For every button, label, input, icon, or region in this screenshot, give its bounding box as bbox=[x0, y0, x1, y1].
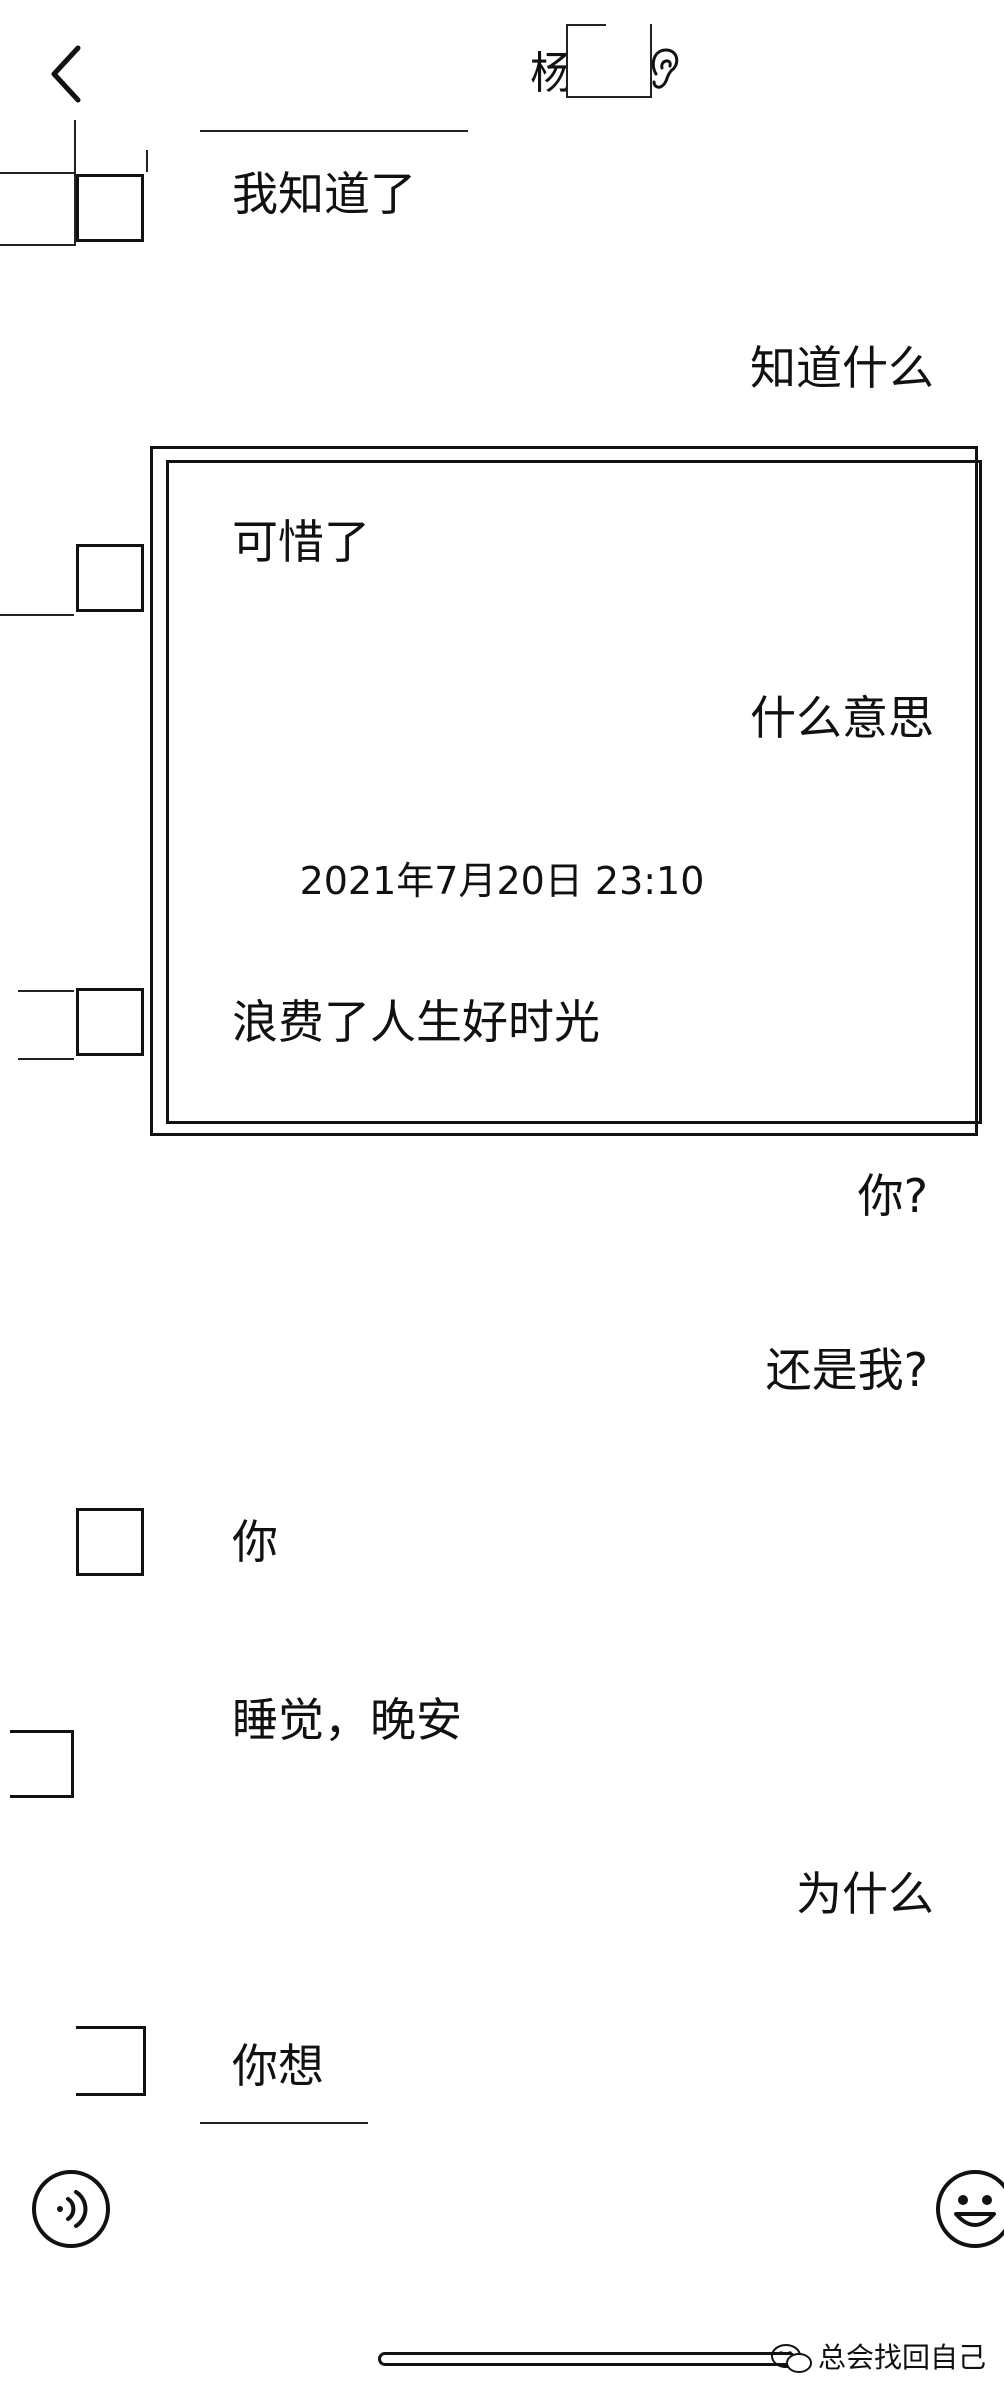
message-text: 可惜了 bbox=[232, 515, 370, 569]
message-text: 知道什么 bbox=[750, 341, 934, 395]
timestamp: 2021年7月20日 23:10 bbox=[299, 859, 705, 903]
divider-line bbox=[0, 172, 76, 174]
watermark-text: 总会找回自己 bbox=[818, 2341, 987, 2374]
message-text: 你 bbox=[232, 1515, 278, 1569]
message-text: 什么意思 bbox=[750, 691, 934, 745]
divider-line bbox=[18, 990, 74, 992]
back-chevron-icon[interactable] bbox=[40, 38, 96, 110]
divider-line bbox=[146, 150, 148, 172]
divider-line bbox=[200, 130, 468, 132]
divider-line bbox=[200, 2122, 368, 2124]
message-text: 为什么 bbox=[796, 1867, 934, 1921]
divider-line bbox=[18, 1058, 74, 1060]
title-redaction-bar bbox=[566, 24, 606, 26]
message-text: 我知道了 bbox=[232, 167, 416, 221]
ear-icon bbox=[651, 48, 679, 89]
avatar[interactable] bbox=[76, 988, 144, 1056]
home-indicator[interactable] bbox=[378, 2352, 796, 2366]
divider-line bbox=[0, 614, 74, 616]
emoji-icon[interactable] bbox=[934, 2168, 1004, 2250]
message-text: 睡觉，晚安 bbox=[232, 1693, 462, 1747]
avatar[interactable] bbox=[76, 1508, 144, 1576]
divider-line bbox=[0, 244, 76, 246]
voice-icon[interactable] bbox=[30, 2168, 112, 2250]
message-text: 浪费了人生好时光 bbox=[232, 995, 600, 1049]
message-text: 你想 bbox=[232, 2039, 324, 2093]
message-text: 你? bbox=[857, 1169, 928, 1223]
wechat-icon bbox=[771, 2344, 812, 2373]
message-text: 还是我? bbox=[765, 1343, 928, 1397]
avatar[interactable] bbox=[10, 1730, 74, 1798]
avatar[interactable] bbox=[76, 174, 144, 242]
title-redaction-box bbox=[566, 24, 652, 98]
avatar[interactable] bbox=[76, 2026, 146, 2096]
avatar[interactable] bbox=[76, 544, 144, 612]
